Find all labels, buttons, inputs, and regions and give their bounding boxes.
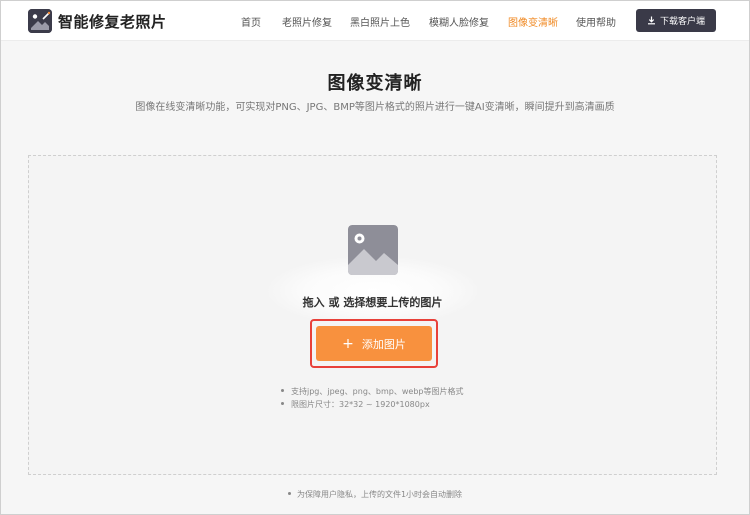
add-image-label: 添加图片 bbox=[361, 337, 406, 351]
download-client-button[interactable]: 下载客户端 bbox=[636, 9, 716, 32]
nav-item-home[interactable]: 首页 bbox=[241, 14, 261, 29]
upload-prompt: 拖入 或 选择想要上传的图片 bbox=[302, 296, 443, 309]
download-label: 下载客户端 bbox=[659, 17, 705, 27]
nav-item-old-photo-repair[interactable]: 老照片修复 bbox=[282, 14, 332, 29]
hint-formats: 支持jpg、jpeg、png、bmp、webp等图片格式 bbox=[281, 385, 463, 398]
add-button-highlight: + 添加图片 bbox=[310, 319, 438, 368]
image-placeholder-icon bbox=[348, 225, 398, 275]
download-icon bbox=[647, 16, 656, 25]
page-title: 图像变清晰 bbox=[327, 73, 423, 94]
plus-icon: + bbox=[342, 335, 354, 352]
top-header: 智能修复老照片 首页 老照片修复 黑白照片上色 模糊人脸修复 图像变清晰 使用帮… bbox=[1, 1, 749, 41]
page-subtitle: 图像在线变清晰功能，可实现对PNG、JPG、BMP等图片格式的照片进行一键AI变… bbox=[135, 102, 615, 113]
upload-drop-zone[interactable]: 拖入 或 选择想要上传的图片 + 添加图片 支持jpg、jpeg、png、bmp… bbox=[28, 155, 717, 475]
photo-restore-logo-icon[interactable] bbox=[28, 9, 52, 33]
add-image-button[interactable]: + 添加图片 bbox=[316, 326, 432, 361]
page-frame: 智能修复老照片 首页 老照片修复 黑白照片上色 模糊人脸修复 图像变清晰 使用帮… bbox=[0, 0, 750, 515]
nav-item-enhance[interactable]: 图像变清晰 bbox=[508, 14, 558, 29]
upload-hints: 支持jpg、jpeg、png、bmp、webp等图片格式 限图片尺寸：32*32… bbox=[281, 385, 463, 411]
nav-item-colorize[interactable]: 黑白照片上色 bbox=[350, 14, 410, 29]
nav-item-face-repair[interactable]: 模糊人脸修复 bbox=[429, 14, 489, 29]
nav-item-help[interactable]: 使用帮助 bbox=[576, 14, 616, 29]
privacy-notice: 为保障用户隐私，上传的文件1小时会自动删除 bbox=[1, 489, 749, 500]
brand-name[interactable]: 智能修复老照片 bbox=[58, 11, 167, 32]
hint-size: 限图片尺寸：32*32 ~ 1920*1080px bbox=[281, 398, 463, 411]
